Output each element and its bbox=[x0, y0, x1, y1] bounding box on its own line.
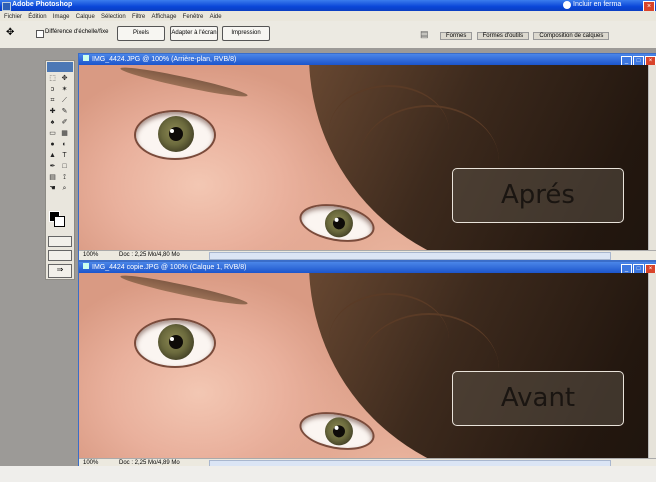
tab-tool-presets[interactable]: Formes d'outils bbox=[476, 32, 530, 40]
palette-tabs: Formes Formes d'outils Composition de ca… bbox=[440, 30, 611, 40]
right-eye bbox=[296, 198, 378, 248]
zoom-field[interactable]: 100% bbox=[83, 251, 98, 260]
portrait-photo bbox=[79, 273, 656, 458]
history-brush-icon[interactable]: ✐ bbox=[59, 118, 70, 128]
path-select-icon[interactable]: ▲ bbox=[47, 151, 58, 161]
image-canvas[interactable]: Avant bbox=[79, 273, 656, 458]
after-label: Aprés bbox=[452, 168, 624, 223]
image-canvas[interactable]: Aprés bbox=[79, 65, 656, 250]
hand-tool-icon[interactable]: ☚ bbox=[47, 184, 58, 194]
document-icon bbox=[83, 55, 89, 61]
status-bar: 100% Doc : 2,25 Mo/4,80 Mo bbox=[79, 250, 656, 260]
tab-brushes[interactable]: Formes bbox=[440, 32, 473, 40]
doc-info: Doc : 2,25 Mo/4,80 Mo bbox=[119, 252, 180, 258]
tab-layer-comps[interactable]: Composition de calques bbox=[533, 32, 610, 40]
imageready-jump-icon[interactable]: ⇒ bbox=[48, 264, 72, 278]
document-window-after[interactable]: IMG_4424.JPG @ 100% (Arrière-plan, RVB/8… bbox=[78, 53, 656, 261]
eyebrow bbox=[119, 65, 249, 101]
palette-well-icon[interactable]: ▤ bbox=[420, 29, 429, 40]
slice-tool-icon[interactable]: ⟋ bbox=[59, 96, 70, 106]
type-tool-icon[interactable]: T bbox=[59, 151, 70, 161]
toolbox: ⬚ ✥ ↄ ✶ ⌗ ⟋ ✚ ✎ ♠ ✐ ▭ ▦ ● ◐ ▲ T ✒ □ ▤ ⟟ ☚ ⌕ ⇒ bbox=[45, 60, 75, 280]
options-bar: ✥ Différence d'échelle/fixe Pixels Adapt… bbox=[0, 21, 656, 49]
dodge-tool-icon[interactable]: ◐ bbox=[59, 140, 70, 150]
marquee-tool-icon[interactable]: ⬚ bbox=[47, 74, 58, 84]
before-label: Avant bbox=[452, 371, 624, 426]
horizontal-scrollbar[interactable] bbox=[209, 252, 611, 260]
document-window-before[interactable]: IMG_4424 copie.JPG @ 100% (Calque 1, RVB… bbox=[78, 261, 656, 469]
vertical-scrollbar[interactable] bbox=[648, 65, 656, 250]
shape-tool-icon[interactable]: □ bbox=[59, 162, 70, 172]
zoom-tool-icon[interactable]: ⌕ bbox=[59, 184, 70, 194]
magic-wand-icon[interactable]: ✶ bbox=[59, 85, 70, 95]
crop-tool-icon[interactable]: ⌗ bbox=[47, 96, 58, 106]
pen-tool-icon[interactable]: ✒ bbox=[47, 162, 58, 172]
move-tool-icon[interactable]: ✥ bbox=[59, 74, 70, 84]
resize-windows-checkbox[interactable] bbox=[36, 30, 44, 38]
help-icon[interactable] bbox=[563, 1, 571, 9]
photoshop-app-icon bbox=[2, 2, 11, 11]
blur-tool-icon[interactable]: ● bbox=[47, 140, 58, 150]
document-title: IMG_4424.JPG @ 100% (Arrière-plan, RVB/8… bbox=[92, 56, 237, 63]
background-color-swatch[interactable] bbox=[54, 216, 65, 227]
fit-screen-button[interactable]: Adapter à l'écran bbox=[170, 26, 218, 41]
move-icon[interactable]: ✥ bbox=[6, 27, 20, 41]
catchlight bbox=[170, 337, 174, 341]
print-size-button[interactable]: Impression bbox=[222, 26, 270, 41]
lasso-tool-icon[interactable]: ↄ bbox=[47, 85, 58, 95]
screen-mode-toggle[interactable] bbox=[48, 250, 72, 261]
eraser-tool-icon[interactable]: ▭ bbox=[47, 129, 58, 139]
actual-pixels-button[interactable]: Pixels bbox=[117, 26, 165, 41]
document-icon bbox=[83, 263, 89, 269]
right-eye bbox=[296, 406, 378, 456]
toolbox-logo bbox=[47, 62, 73, 72]
workspace: ⬚ ✥ ↄ ✶ ⌗ ⟋ ✚ ✎ ♠ ✐ ▭ ▦ ● ◐ ▲ T ✒ □ ▤ ⟟ ☚ ⌕ ⇒ IMG_4… bbox=[0, 48, 656, 482]
eyebrow bbox=[119, 273, 249, 309]
quick-mask-toggle[interactable] bbox=[48, 236, 72, 247]
healing-brush-icon[interactable]: ✚ bbox=[47, 107, 58, 117]
document-title: IMG_4424 copie.JPG @ 100% (Calque 1, RVB… bbox=[92, 264, 247, 271]
bottom-strip bbox=[0, 466, 656, 482]
vertical-scrollbar[interactable] bbox=[648, 273, 656, 458]
app-title: Adobe Photoshop bbox=[12, 1, 73, 8]
left-eye bbox=[134, 110, 216, 160]
brush-tool-icon[interactable]: ✎ bbox=[59, 107, 70, 117]
catchlight bbox=[170, 129, 174, 133]
document-titlebar[interactable]: IMG_4424 copie.JPG @ 100% (Calque 1, RVB… bbox=[79, 262, 656, 275]
document-titlebar[interactable]: IMG_4424.JPG @ 100% (Arrière-plan, RVB/8… bbox=[79, 54, 656, 67]
eyedropper-icon[interactable]: ⟟ bbox=[59, 173, 70, 183]
help-search-label[interactable]: Incluir en ferma bbox=[573, 1, 621, 8]
app-titlebar: Adobe Photoshop Incluir en ferma × bbox=[0, 0, 656, 12]
gradient-tool-icon[interactable]: ▦ bbox=[59, 129, 70, 139]
resize-windows-label: Différence d'échelle/fixe bbox=[45, 29, 109, 35]
left-eye bbox=[134, 318, 216, 368]
notes-tool-icon[interactable]: ▤ bbox=[47, 173, 58, 183]
stamp-tool-icon[interactable]: ♠ bbox=[47, 118, 58, 128]
